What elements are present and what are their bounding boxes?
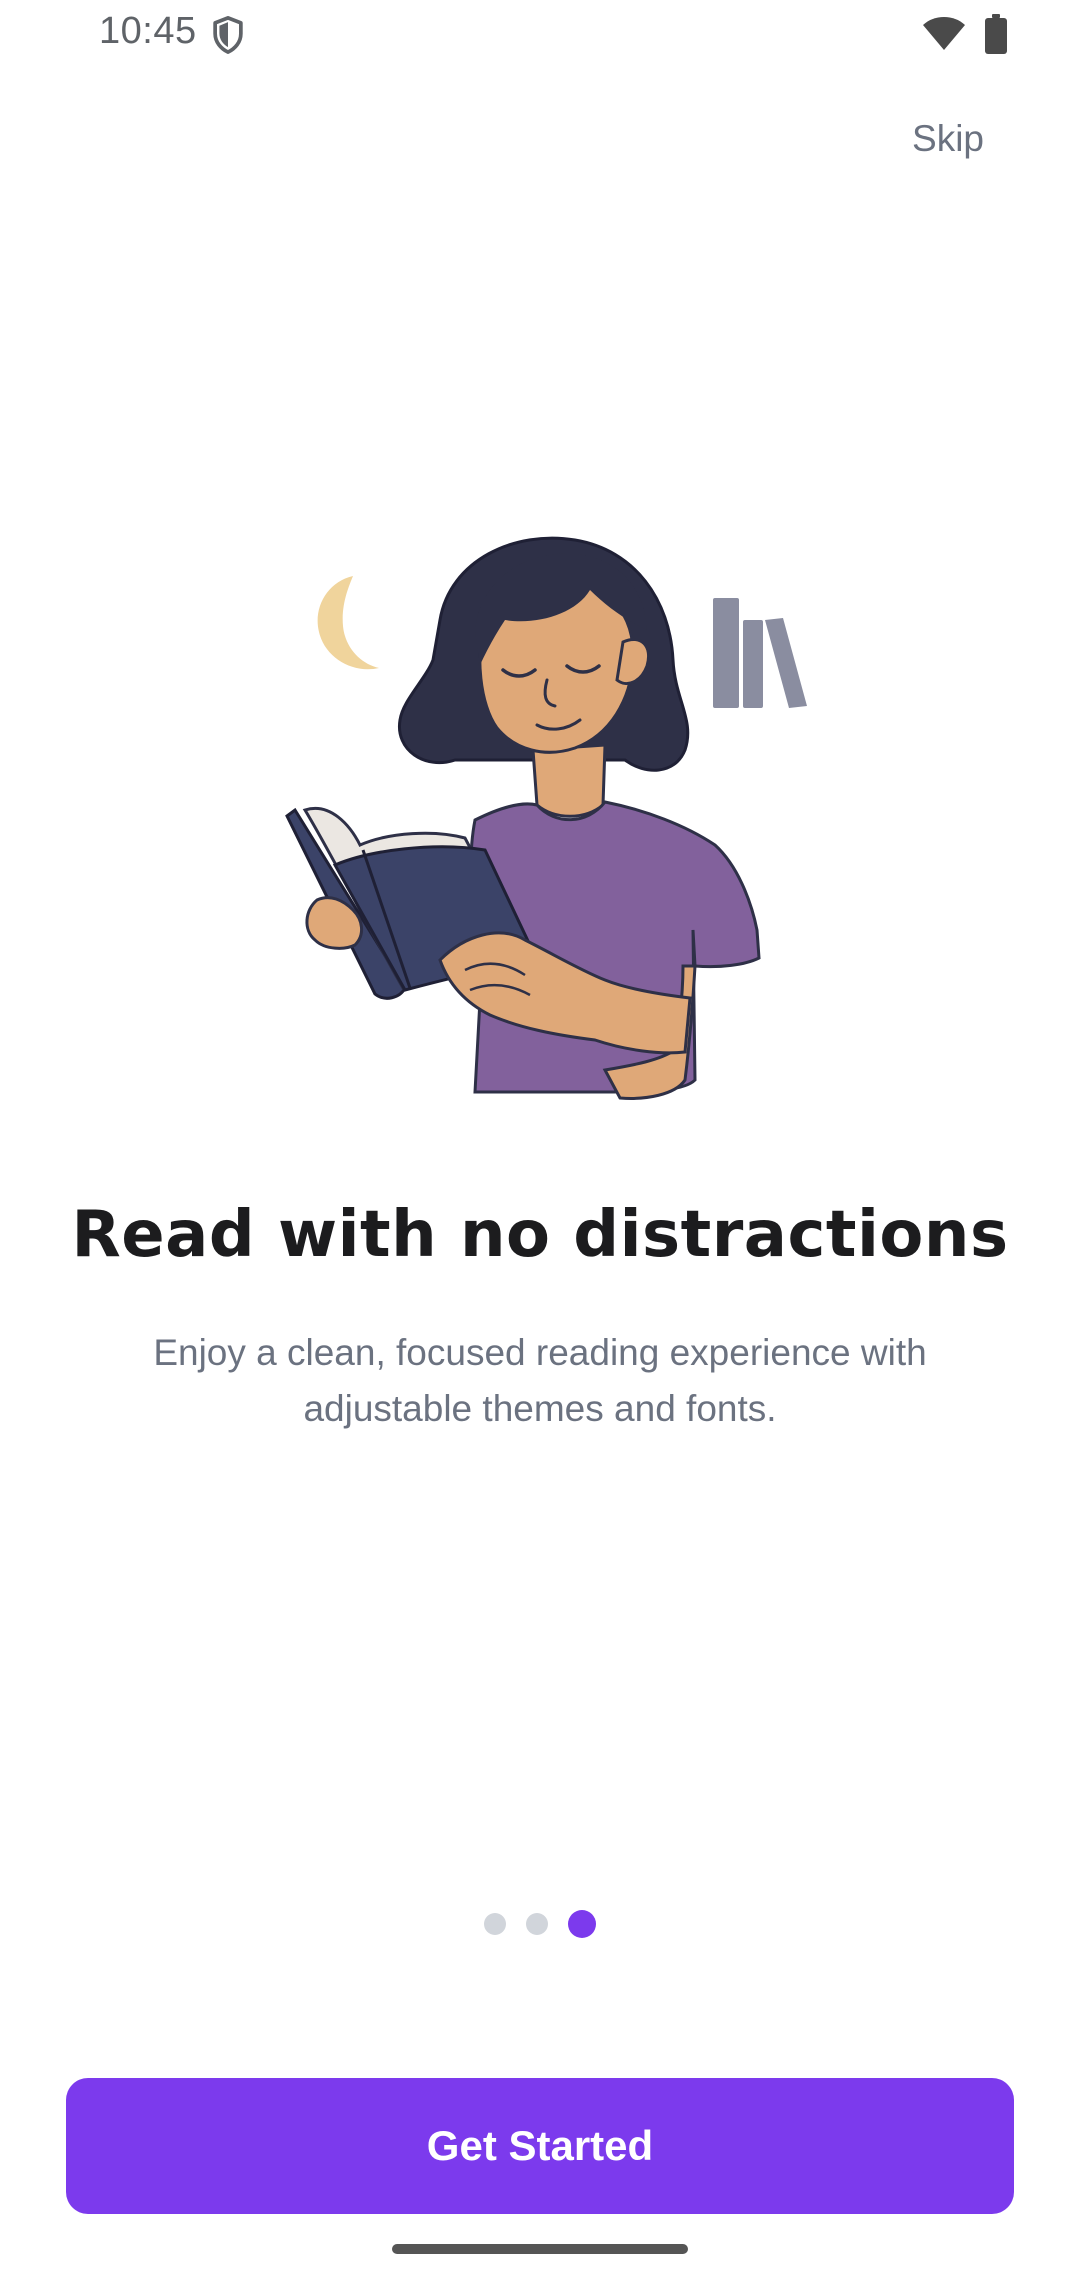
page-indicator: [0, 1908, 1080, 1940]
books-icon: [713, 598, 807, 708]
page-dot-3-active[interactable]: [568, 1910, 596, 1938]
battery-icon: [985, 14, 1007, 54]
status-bar: 10:45: [0, 0, 1080, 70]
page-dot-2[interactable]: [526, 1913, 548, 1935]
reading-illustration: [285, 536, 807, 1100]
page-title: Read with no distractions: [71, 1198, 1009, 1272]
status-time: 10:45: [99, 10, 197, 52]
page-subtitle: Enjoy a clean, focused reading experienc…: [153, 1332, 927, 1429]
onboarding-screen: 10:45 Skip Read with no distractions Enj…: [0, 0, 1080, 2280]
get-started-button[interactable]: Get Started: [66, 2078, 1014, 2214]
shield-icon: [213, 16, 243, 54]
skip-button[interactable]: Skip: [912, 118, 984, 160]
page-dot-1[interactable]: [484, 1913, 506, 1935]
woman-reading-book-icon: [285, 536, 761, 1100]
moon-icon: [317, 576, 379, 670]
wifi-icon: [923, 17, 965, 50]
gesture-navigation-bar[interactable]: [392, 2244, 688, 2254]
